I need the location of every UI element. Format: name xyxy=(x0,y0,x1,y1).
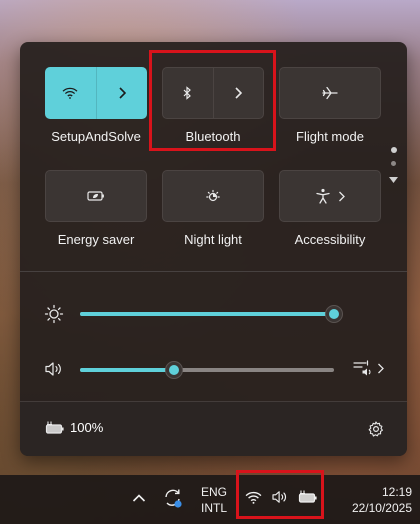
clock-time: 12:19 xyxy=(381,485,412,499)
chevron-right-icon xyxy=(119,87,126,99)
flight-mode-tile-label: Flight mode xyxy=(296,129,364,144)
settings-gear-icon[interactable] xyxy=(368,421,384,437)
chevron-right-icon xyxy=(338,191,345,201)
chevron-up-icon[interactable] xyxy=(132,493,146,503)
volume-slider[interactable] xyxy=(80,368,334,372)
keyboard-layout: INTL xyxy=(200,501,227,515)
volume-fill xyxy=(80,368,174,372)
quick-settings-footer: 100% xyxy=(20,401,407,456)
night-light-icon xyxy=(206,189,220,202)
wifi-tile[interactable] xyxy=(45,67,147,119)
wifi-icon xyxy=(62,87,78,99)
battery-status[interactable]: 100% xyxy=(45,420,103,435)
energy-saver-tile[interactable] xyxy=(45,170,147,222)
page-dot-2[interactable] xyxy=(391,161,396,166)
divider xyxy=(20,271,407,272)
page-down-arrow-icon[interactable] xyxy=(388,176,399,184)
audio-output-button[interactable] xyxy=(353,358,384,378)
wifi-toggle[interactable] xyxy=(45,67,96,119)
language-code: ENG xyxy=(200,485,227,499)
battery-leaf-icon xyxy=(87,191,104,201)
speaker-icon xyxy=(45,362,61,376)
sun-icon xyxy=(44,304,64,324)
audio-output-icon xyxy=(353,360,371,376)
sync-tray-button[interactable] xyxy=(162,487,184,509)
bluetooth-highlight-box xyxy=(149,50,276,151)
clock[interactable]: 12:19 22/10/2025 xyxy=(330,484,412,516)
brightness-slider-thumb[interactable] xyxy=(325,305,343,323)
volume-slider-thumb[interactable] xyxy=(165,361,183,379)
accessibility-tile[interactable] xyxy=(279,170,381,222)
night-light-tile[interactable] xyxy=(162,170,264,222)
battery-percent: 100% xyxy=(70,420,104,435)
speaker-button[interactable] xyxy=(44,361,64,377)
chevron-right-icon xyxy=(378,363,384,373)
clock-date: 22/10/2025 xyxy=(351,501,412,515)
airplane-icon xyxy=(322,86,338,100)
brightness-slider[interactable] xyxy=(80,312,334,316)
night-light-tile-label: Night light xyxy=(184,232,242,247)
sync-icon xyxy=(165,489,182,508)
accessibility-icon xyxy=(315,188,330,204)
page-dot-1[interactable] xyxy=(391,147,397,153)
battery-charging-icon xyxy=(45,421,64,434)
wifi-expand-button[interactable] xyxy=(95,67,148,119)
language-indicator[interactable]: ENG INTL xyxy=(200,484,228,516)
taskbar: ENG INTL 12:19 22/10/2025 xyxy=(0,475,420,524)
wifi-tile-label: SetupAndSolve xyxy=(51,129,141,144)
accessibility-tile-label: Accessibility xyxy=(294,232,366,247)
tray-highlight-box xyxy=(236,470,324,519)
energy-saver-tile-label: Energy saver xyxy=(57,232,135,247)
brightness-fill xyxy=(80,312,334,316)
flight-mode-tile[interactable] xyxy=(279,67,381,119)
